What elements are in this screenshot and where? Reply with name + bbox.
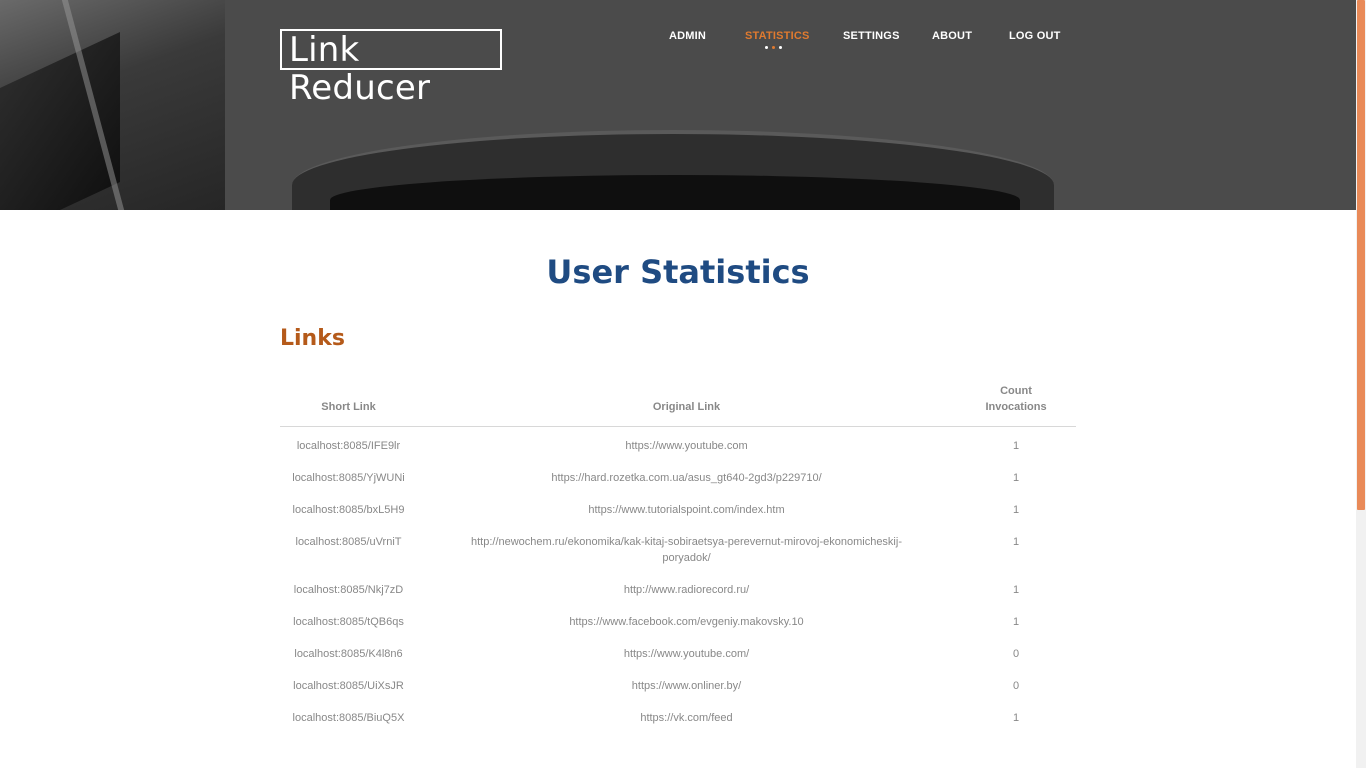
original-link-cell[interactable]: https://www.youtube.com/ bbox=[417, 635, 956, 667]
main-nav: ADMIN STATISTICS SETTINGS ABOUT LOG OUT bbox=[0, 30, 1356, 60]
short-link-cell[interactable]: localhost:8085/bxL5H9 bbox=[280, 491, 417, 523]
vertical-scrollbar[interactable] bbox=[1356, 0, 1366, 768]
original-link-cell[interactable]: http://newochem.ru/ekonomika/kak-kitaj-s… bbox=[417, 523, 956, 571]
page-title: User Statistics bbox=[546, 253, 810, 291]
count-cell: 1 bbox=[1012, 472, 1020, 484]
indicator-dot bbox=[772, 46, 775, 49]
nav-statistics-label: STATISTICS bbox=[745, 30, 810, 42]
original-link-cell[interactable]: https://www.onliner.by/ bbox=[417, 667, 956, 699]
column-header-count[interactable]: Count Invocations bbox=[956, 377, 1076, 427]
short-link-cell[interactable]: localhost:8085/Nkj7zD bbox=[280, 571, 417, 603]
table-row: localhost:8085/YjWUNi https://hard.rozet… bbox=[280, 459, 1076, 491]
table-header-row: Short Link Original Link Count Invocatio… bbox=[280, 377, 1076, 427]
count-cell: 1 bbox=[1012, 504, 1020, 516]
nav-logout[interactable]: LOG OUT bbox=[1009, 30, 1061, 42]
nav-settings[interactable]: SETTINGS bbox=[843, 30, 900, 42]
original-link-cell[interactable]: https://vk.com/feed bbox=[417, 699, 956, 731]
section-title-links: Links bbox=[280, 326, 345, 351]
original-link-cell[interactable]: https://www.facebook.com/evgeniy.makovsk… bbox=[417, 603, 956, 635]
table-row: localhost:8085/BiuQ5X https://vk.com/fee… bbox=[280, 699, 1076, 731]
table-row: localhost:8085/IFE9lr https://www.youtub… bbox=[280, 427, 1076, 460]
short-link-cell[interactable]: localhost:8085/uVrniT bbox=[280, 523, 417, 571]
indicator-dot bbox=[779, 46, 782, 49]
table-row: localhost:8085/tQB6qs https://www.facebo… bbox=[280, 603, 1076, 635]
scrollbar-thumb[interactable] bbox=[1357, 0, 1365, 510]
column-header-short-link[interactable]: Short Link bbox=[280, 377, 417, 427]
original-link-cell[interactable]: https://hard.rozetka.com.ua/asus_gt640-2… bbox=[417, 459, 956, 491]
nav-statistics[interactable]: STATISTICS bbox=[745, 30, 810, 49]
column-header-original-link[interactable]: Original Link bbox=[417, 377, 956, 427]
table-row: localhost:8085/UiXsJR https://www.online… bbox=[280, 667, 1076, 699]
original-link-cell[interactable]: http://www.radiorecord.ru/ bbox=[417, 571, 956, 603]
count-cell: 1 bbox=[1012, 584, 1020, 596]
table-row: localhost:8085/bxL5H9 https://www.tutori… bbox=[280, 491, 1076, 523]
count-cell: 0 bbox=[1012, 680, 1020, 692]
short-link-cell[interactable]: localhost:8085/YjWUNi bbox=[280, 459, 417, 491]
table-row: localhost:8085/uVrniT http://newochem.ru… bbox=[280, 523, 1076, 571]
links-table: Short Link Original Link Count Invocatio… bbox=[280, 377, 1076, 731]
count-cell: 1 bbox=[1012, 712, 1020, 724]
active-indicator-dots bbox=[765, 46, 785, 50]
original-link-cell[interactable]: https://www.tutorialspoint.com/index.htm bbox=[417, 491, 956, 523]
count-cell: 1 bbox=[1012, 536, 1020, 548]
nav-admin[interactable]: ADMIN bbox=[669, 30, 706, 42]
count-cell: 1 bbox=[1012, 440, 1020, 452]
count-cell: 1 bbox=[1012, 616, 1020, 628]
short-link-cell[interactable]: localhost:8085/tQB6qs bbox=[280, 603, 417, 635]
short-link-cell[interactable]: localhost:8085/UiXsJR bbox=[280, 667, 417, 699]
indicator-dot bbox=[765, 46, 768, 49]
table-row: localhost:8085/K4l8n6 https://www.youtub… bbox=[280, 635, 1076, 667]
count-cell: 0 bbox=[1012, 648, 1020, 660]
short-link-cell[interactable]: localhost:8085/BiuQ5X bbox=[280, 699, 417, 731]
short-link-cell[interactable]: localhost:8085/K4l8n6 bbox=[280, 635, 417, 667]
short-link-cell[interactable]: localhost:8085/IFE9lr bbox=[280, 427, 417, 460]
hero-banner: Link Reducer ADMIN STATISTICS SETTINGS A… bbox=[0, 0, 1356, 210]
nav-about[interactable]: ABOUT bbox=[932, 30, 972, 42]
original-link-cell[interactable]: https://www.youtube.com bbox=[417, 427, 956, 460]
table-row: localhost:8085/Nkj7zD http://www.radiore… bbox=[280, 571, 1076, 603]
